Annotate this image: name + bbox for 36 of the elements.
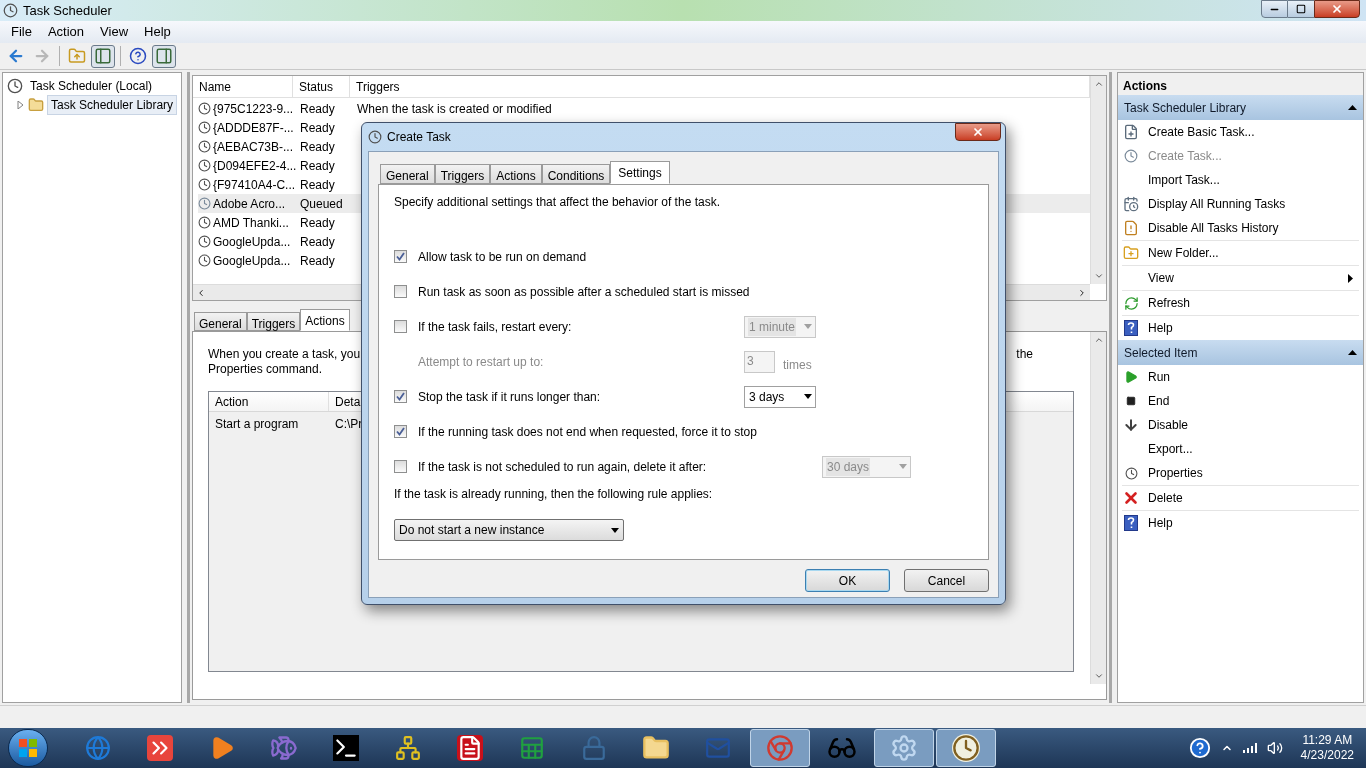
task-name: Adobe Acro... (213, 195, 286, 213)
rule-label: If the task is already running, then the following rule applies: (394, 486, 714, 501)
dialog-title: Create Task (387, 129, 451, 146)
task-name: AMD Thanki... (213, 214, 289, 232)
description-text: Properties command. (208, 362, 324, 377)
option-label: If the running task does not end when requested, force it to stop (418, 423, 757, 441)
task-name: {AEBAC73B-... (213, 138, 294, 156)
intro-text: Specify additional settings that affect the behavior of the task. (394, 194, 721, 211)
pane-title: Actions (1118, 73, 1363, 95)
table-cell-text: C:\Pr (334, 416, 364, 433)
task-name: {975C1223-9... (213, 100, 294, 118)
task-name: GoogleUpda... (213, 233, 291, 251)
task-status: Ready (299, 119, 336, 137)
task-status: Ready (299, 233, 336, 251)
description-text: When you create a task, you (208, 347, 361, 362)
option-label: Run task as soon as possible after a scheduled start is missed (418, 283, 750, 301)
task-status: Ready (299, 176, 336, 194)
task-status: Queued (299, 195, 344, 213)
task-status: Ready (299, 252, 336, 270)
table-cell-text: Start a program (214, 416, 300, 433)
task-name: {ADDDE87F-... (213, 119, 294, 137)
description-text: the (1016, 347, 1033, 363)
task-status: Ready (299, 138, 336, 156)
option-label: Attempt to restart up to: (418, 353, 545, 371)
option-label: Stop the task if it runs longer than: (418, 388, 602, 406)
window-title: Task Scheduler (23, 1, 112, 20)
task-trigger: When the task is created or modified (356, 100, 552, 118)
unit-label: times (783, 356, 812, 374)
task-status: Ready (299, 100, 336, 118)
option-label: Allow task to be run on demand (418, 248, 588, 266)
task-name: GoogleUpda... (213, 252, 291, 270)
option-label: If the task is not scheduled to run again, delete it after: (418, 458, 708, 476)
task-name: {D094EFE2-4... (213, 157, 297, 175)
option-label: If the task fails, restart every: (418, 318, 573, 336)
task-name: {F97410A4-C... (213, 176, 296, 194)
task-status: Ready (299, 214, 336, 232)
